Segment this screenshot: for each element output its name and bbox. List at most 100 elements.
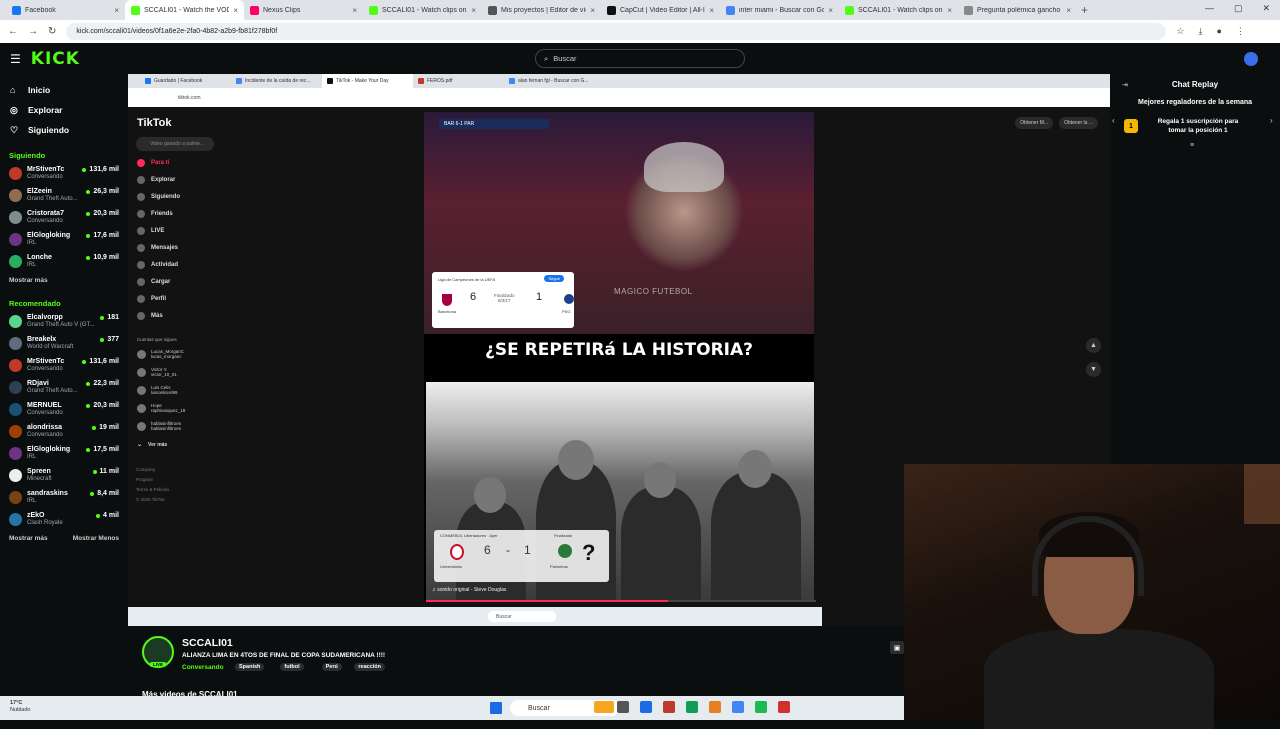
channel-name: Cristorata7 xyxy=(27,209,64,217)
gift-icon[interactable]: ▣ xyxy=(890,641,904,654)
show-more-following[interactable]: Mostrar más xyxy=(0,272,127,288)
stream-tag[interactable]: futbol xyxy=(280,663,304,671)
browser-tab[interactable]: Nexus Clips × xyxy=(244,0,363,20)
show-less-recommended[interactable]: Mostrar Menos xyxy=(73,535,119,542)
close-icon[interactable]: × xyxy=(1066,6,1071,15)
viewer-count: 131,6 mil xyxy=(82,166,119,173)
minimize-icon[interactable]: — xyxy=(1205,3,1214,14)
stream-tag[interactable]: Perú xyxy=(321,663,342,671)
channel-item[interactable]: ElZeein Grand Theft Auto... 26,3 mil xyxy=(0,184,127,206)
taskbar-app-icon[interactable] xyxy=(686,701,698,713)
channel-avatar xyxy=(9,380,22,394)
taskbar-app-icon[interactable] xyxy=(617,701,629,713)
following-header: Siguiendo xyxy=(9,150,46,160)
maximize-icon[interactable]: ▢ xyxy=(1234,3,1243,14)
channel-item[interactable]: Cristorata7 Conversando 20,3 mil xyxy=(0,206,127,228)
channel-item[interactable]: Lonche IRL 10,9 mil xyxy=(0,250,127,272)
browser-tab[interactable]: Facebook × xyxy=(6,0,125,20)
psg-crest-icon xyxy=(564,294,574,304)
taskbar-app-icon[interactable] xyxy=(640,701,652,713)
channel-text: ElZeein Grand Theft Auto... xyxy=(27,188,78,203)
tiktok-account-text: Lucas_MorganC lucas_morganc xyxy=(151,349,184,359)
menu-dots-icon[interactable]: ⋮ xyxy=(1236,26,1245,37)
browser-tab[interactable]: inter miami - Buscar con Google× xyxy=(720,0,839,20)
back-icon[interactable]: ← xyxy=(8,26,18,37)
close-icon[interactable]: × xyxy=(590,6,595,15)
download-icon[interactable]: ⤓ xyxy=(1198,26,1202,37)
stream-tag[interactable]: reacción xyxy=(354,663,386,671)
kick-logo[interactable]: KICK xyxy=(31,49,80,69)
close-window-icon[interactable]: ✕ xyxy=(1262,3,1270,14)
tab-favicon-icon xyxy=(845,5,854,15)
user-avatar[interactable] xyxy=(1244,52,1258,66)
windows-start-icon[interactable] xyxy=(490,702,502,714)
close-icon[interactable]: × xyxy=(947,6,952,15)
taskbar-app-icon[interactable] xyxy=(663,701,675,713)
channel-category: Conversando xyxy=(27,365,63,372)
gift-sub-prompt[interactable]: Regala 1 suscripción para tomar la posic… xyxy=(1148,117,1248,135)
channel-item[interactable]: Spreen Minecraft 11 mil xyxy=(0,464,127,486)
browser-tab[interactable]: CapCut | Video Editor | All-In-O × xyxy=(601,0,720,20)
close-icon[interactable]: × xyxy=(233,6,238,15)
forward-icon[interactable]: → xyxy=(28,26,38,37)
channel-item[interactable]: MrStivenTc Conversando 131,6 mil xyxy=(0,354,127,376)
tab-favicon-icon xyxy=(726,5,735,15)
taskbar-app-icon[interactable] xyxy=(709,701,721,713)
tiktok-nav-label: Perfil xyxy=(151,296,167,302)
channel-item[interactable]: MERNUEL Conversando 20,3 mil xyxy=(0,398,127,420)
browser-tab[interactable]: Pregunta polémica gancho × xyxy=(958,0,1077,20)
bookmark-star-icon[interactable]: ☆ xyxy=(1176,26,1184,37)
nav-siguiendo[interactable]: ♡ Siguiendo xyxy=(0,120,127,140)
taskbar-app-icon[interactable] xyxy=(755,701,767,713)
live-badge: LIVE xyxy=(150,662,167,667)
channel-item[interactable]: Elcalvorpp Grand Theft Auto V (GT... 181 xyxy=(0,310,127,332)
nav-inicio[interactable]: ⌂ Inicio xyxy=(0,80,127,100)
browser-tab[interactable]: SCCALI01 - Watch the VOD × xyxy=(125,0,244,20)
taskbar-app-icon[interactable] xyxy=(594,701,614,713)
chevron-up-icon[interactable]: ▲ xyxy=(1086,338,1101,353)
channel-text: Lonche IRL xyxy=(27,254,52,269)
video-progress-bar[interactable] xyxy=(426,600,816,602)
taskbar-app-icon[interactable] xyxy=(778,701,790,713)
stream-tag[interactable]: Spanish xyxy=(235,663,265,671)
search-input[interactable]: ⌕ Buscar xyxy=(535,49,745,68)
channel-item[interactable]: zEkO Clash Royale 4 mil xyxy=(0,508,127,530)
weather-widget[interactable]: 17°C Nublado xyxy=(10,700,31,714)
streamer-name[interactable]: SCCALI01 xyxy=(182,637,233,649)
channel-item[interactable]: MrStivenTc Conversando 131,6 mil xyxy=(0,162,127,184)
browser-tab[interactable]: SCCALI01 - Watch clips on Kick × xyxy=(363,0,482,20)
tiktok-nav-item: Friends xyxy=(137,210,173,218)
close-icon[interactable]: × xyxy=(352,6,357,15)
new-tab-icon[interactable]: + xyxy=(1081,3,1088,17)
channel-name: alondrissa xyxy=(27,423,63,431)
chevron-left-icon[interactable]: ‹ xyxy=(1112,116,1115,125)
close-icon[interactable]: × xyxy=(828,6,833,15)
channel-item[interactable]: sandraskins IRL 8,4 mil xyxy=(0,486,127,508)
tiktok-account-handle: lucas_morganc xyxy=(151,354,182,359)
profile-icon[interactable]: ● xyxy=(1216,26,1221,37)
channel-item[interactable]: ElGlogloking IRL 17,6 mil xyxy=(0,228,127,250)
url-field[interactable]: kick.com/sccali01/videos/0f1a6e2e-2fa0-4… xyxy=(66,23,1167,40)
channel-item[interactable]: ElGlogloking IRL 17,5 mil xyxy=(0,442,127,464)
browser-tab[interactable]: Mis proyectos | Editor de vídeo × xyxy=(482,0,601,20)
channel-item[interactable]: RDjavi Grand Theft Auto... 22,3 mil xyxy=(0,376,127,398)
channel-item[interactable]: alondrissa Conversando 19 mil xyxy=(0,420,127,442)
channel-category: Conversando xyxy=(27,431,63,438)
channel-item[interactable]: Breakelx World of Warcraft 377 xyxy=(0,332,127,354)
show-more-recommended[interactable]: Mostrar más xyxy=(9,535,48,542)
stream-category[interactable]: Conversando xyxy=(182,664,224,671)
chevron-down-icon[interactable]: ▼ xyxy=(1086,362,1101,377)
nav-explorar[interactable]: ◎ Explorar xyxy=(0,100,127,120)
taskbar-app-icon[interactable] xyxy=(732,701,744,713)
tiktok-nav-icon xyxy=(137,227,145,235)
browser-tab[interactable]: SCCALI01 - Watch clips on Kick × xyxy=(839,0,958,20)
close-icon[interactable]: × xyxy=(709,6,714,15)
channel-text: MrStivenTc Conversando xyxy=(27,166,64,181)
expand-icon[interactable]: ≡ xyxy=(1190,142,1194,149)
reload-icon[interactable]: ↻ xyxy=(48,26,56,37)
hamburger-menu-icon[interactable]: ☰ xyxy=(10,52,21,66)
chevron-right-icon[interactable]: › xyxy=(1270,116,1273,125)
close-icon[interactable]: × xyxy=(471,6,476,15)
video-top-clip: BAR 6-1 PAR Liga de Campeones de la UEFA… xyxy=(424,112,814,334)
close-icon[interactable]: × xyxy=(114,6,119,15)
